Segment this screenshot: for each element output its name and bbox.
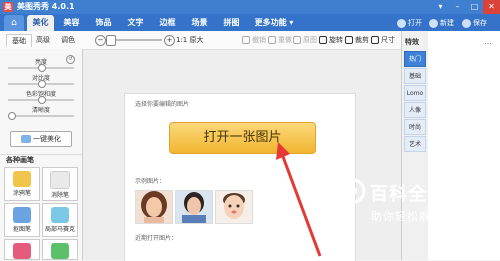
cutout-pen-label: 抠图笔 bbox=[12, 226, 31, 233]
window-title: 美图秀秀 4.0.1 bbox=[17, 2, 75, 11]
effects-cat-fashion[interactable]: 时尚 bbox=[404, 119, 426, 135]
effects-title: 特效 bbox=[405, 38, 419, 46]
tab-beautify[interactable]: 美化 bbox=[27, 15, 54, 31]
new-label: 新建 bbox=[440, 19, 454, 27]
brightness-slider-thumb[interactable] bbox=[38, 64, 46, 72]
skin-menu-button[interactable]: ▾ bbox=[432, 0, 449, 14]
sample-image-1[interactable] bbox=[135, 190, 173, 224]
tab-text[interactable]: 文字 bbox=[122, 15, 149, 31]
effects-cat-art[interactable]: 艺术 bbox=[404, 136, 426, 152]
magic-icon bbox=[21, 135, 31, 143]
original-size-button[interactable]: 1:1 原大 bbox=[176, 35, 204, 45]
rotate-label: 旋转 bbox=[329, 36, 343, 44]
compare-original-button[interactable]: 原图 bbox=[293, 35, 317, 45]
color-pen-icon bbox=[51, 243, 69, 259]
save-icon bbox=[462, 18, 471, 28]
contrast-slider-thumb[interactable] bbox=[38, 80, 46, 88]
stamp-icon bbox=[13, 243, 31, 259]
mosaic-pen-button[interactable]: 局部马赛克 bbox=[42, 203, 78, 237]
effects-cat-hot[interactable]: 热门 bbox=[404, 51, 426, 67]
open-button[interactable]: 打开 bbox=[397, 16, 422, 30]
resize-label: 尺寸 bbox=[381, 36, 395, 44]
effects-list bbox=[428, 31, 500, 260]
one-key-beautify-button[interactable]: 一键美化 bbox=[10, 131, 72, 147]
compare-label: 原图 bbox=[303, 36, 317, 44]
minimize-button[interactable]: – bbox=[449, 0, 466, 14]
eraser-pen-button[interactable]: 消除笔 bbox=[42, 167, 78, 201]
app-logo-icon: 美 bbox=[3, 2, 13, 12]
new-file-icon bbox=[429, 18, 438, 28]
rotate-icon bbox=[319, 36, 327, 44]
one-key-beautify-label: 一键美化 bbox=[33, 135, 61, 143]
saturation-slider-thumb[interactable] bbox=[38, 96, 46, 104]
annotation-arrow bbox=[276, 142, 322, 257]
eraser-pen-label: 消除笔 bbox=[50, 192, 69, 199]
left-panel: ↺ 亮度 对比度 色彩饱和度 清晰度 一键美化 各种画笔 涂鸦笔 消除笔 抠图笔… bbox=[0, 49, 83, 260]
redo-icon bbox=[268, 36, 276, 44]
pen-icon bbox=[13, 171, 31, 187]
tab-scene[interactable]: 场景 bbox=[186, 15, 213, 31]
tab-more-features[interactable]: 更多功能 ▾ bbox=[250, 15, 298, 31]
undo-icon bbox=[242, 36, 250, 44]
undo-label: 撤销 bbox=[252, 36, 266, 44]
left-tab-basic[interactable]: 基础 bbox=[6, 34, 32, 47]
effects-more-icon[interactable]: … bbox=[484, 37, 492, 46]
sample-image-3[interactable] bbox=[215, 190, 253, 224]
effects-cat-portrait[interactable]: 人像 bbox=[404, 102, 426, 118]
crop-button[interactable]: 裁剪 bbox=[345, 35, 369, 45]
watermark-title: 百科全说 bbox=[370, 184, 446, 205]
rotate-button[interactable]: 旋转 bbox=[319, 35, 343, 45]
zoom-in-button[interactable]: + bbox=[164, 35, 175, 46]
compare-icon bbox=[293, 36, 301, 44]
save-label: 保存 bbox=[473, 19, 487, 27]
left-tab-advanced[interactable]: 高级 bbox=[31, 34, 55, 46]
mosaic-icon bbox=[51, 207, 69, 223]
recent-images-title: 近期打开图片： bbox=[135, 235, 178, 242]
brush-item-5[interactable] bbox=[4, 239, 40, 260]
redo-label: 重做 bbox=[278, 36, 292, 44]
effects-cat-lomo[interactable]: Lomo bbox=[404, 85, 426, 101]
crop-label: 裁剪 bbox=[355, 36, 369, 44]
home-icon[interactable]: ⌂ bbox=[4, 15, 24, 31]
watermark-logo bbox=[340, 178, 366, 204]
crop-icon bbox=[345, 36, 353, 44]
sharpness-slider[interactable] bbox=[8, 115, 74, 117]
right-effects-panel: 特效 … 热门 基础 Lomo 人像 时尚 艺术 bbox=[401, 31, 500, 260]
save-button[interactable]: 保存 bbox=[462, 16, 487, 30]
brush-item-6[interactable] bbox=[42, 239, 78, 260]
new-button[interactable]: 新建 bbox=[429, 16, 454, 30]
watermark-subtitle: 助你轻松解决 bbox=[371, 210, 443, 223]
zoom-out-button[interactable]: − bbox=[95, 35, 106, 46]
tab-accessories[interactable]: 饰品 bbox=[90, 15, 117, 31]
eraser-icon bbox=[50, 171, 70, 189]
open-label: 打开 bbox=[408, 19, 422, 27]
tab-more-features-label: 更多功能 bbox=[254, 18, 287, 27]
tab-collage[interactable]: 拼图 bbox=[218, 15, 245, 31]
tab-frame[interactable]: 边框 bbox=[154, 15, 181, 31]
resize-icon bbox=[371, 36, 379, 44]
folder-icon bbox=[397, 18, 406, 28]
window-controls: ▾ – □ ✕ bbox=[432, 0, 500, 14]
doodle-pen-label: 涂鸦笔 bbox=[12, 190, 31, 197]
undo-button[interactable]: 撤销 bbox=[242, 35, 266, 45]
brush-section-title: 各种画笔 bbox=[0, 154, 82, 164]
sharpness-slider-thumb[interactable] bbox=[8, 112, 16, 120]
maximize-button[interactable]: □ bbox=[466, 0, 483, 14]
resize-button[interactable]: 尺寸 bbox=[371, 35, 395, 45]
sample-images-title: 示例图片： bbox=[135, 178, 166, 185]
cutout-pen-button[interactable]: 抠图笔 bbox=[4, 203, 40, 237]
cutout-icon bbox=[13, 207, 31, 223]
redo-button[interactable]: 重做 bbox=[268, 35, 292, 45]
left-tab-color[interactable]: 调色 bbox=[56, 34, 80, 46]
zoom-slider-thumb[interactable] bbox=[106, 35, 116, 46]
card-title: 选择你要编辑的图片 bbox=[135, 101, 190, 108]
effects-cat-basic[interactable]: 基础 bbox=[404, 68, 426, 84]
close-button[interactable]: ✕ bbox=[483, 0, 500, 14]
doodle-pen-button[interactable]: 涂鸦笔 bbox=[4, 167, 40, 201]
title-bar: 美 美图秀秀 4.0.1 ▾ – □ ✕ bbox=[0, 0, 500, 14]
main-tab-bar: ⌂ 美化 美容 饰品 文字 边框 场景 拼图 更多功能 ▾ 打开 新建 保存 bbox=[0, 14, 500, 31]
tab-beauty[interactable]: 美容 bbox=[58, 15, 85, 31]
sample-image-2[interactable] bbox=[175, 190, 213, 224]
mosaic-pen-label: 局部马赛克 bbox=[44, 226, 75, 233]
